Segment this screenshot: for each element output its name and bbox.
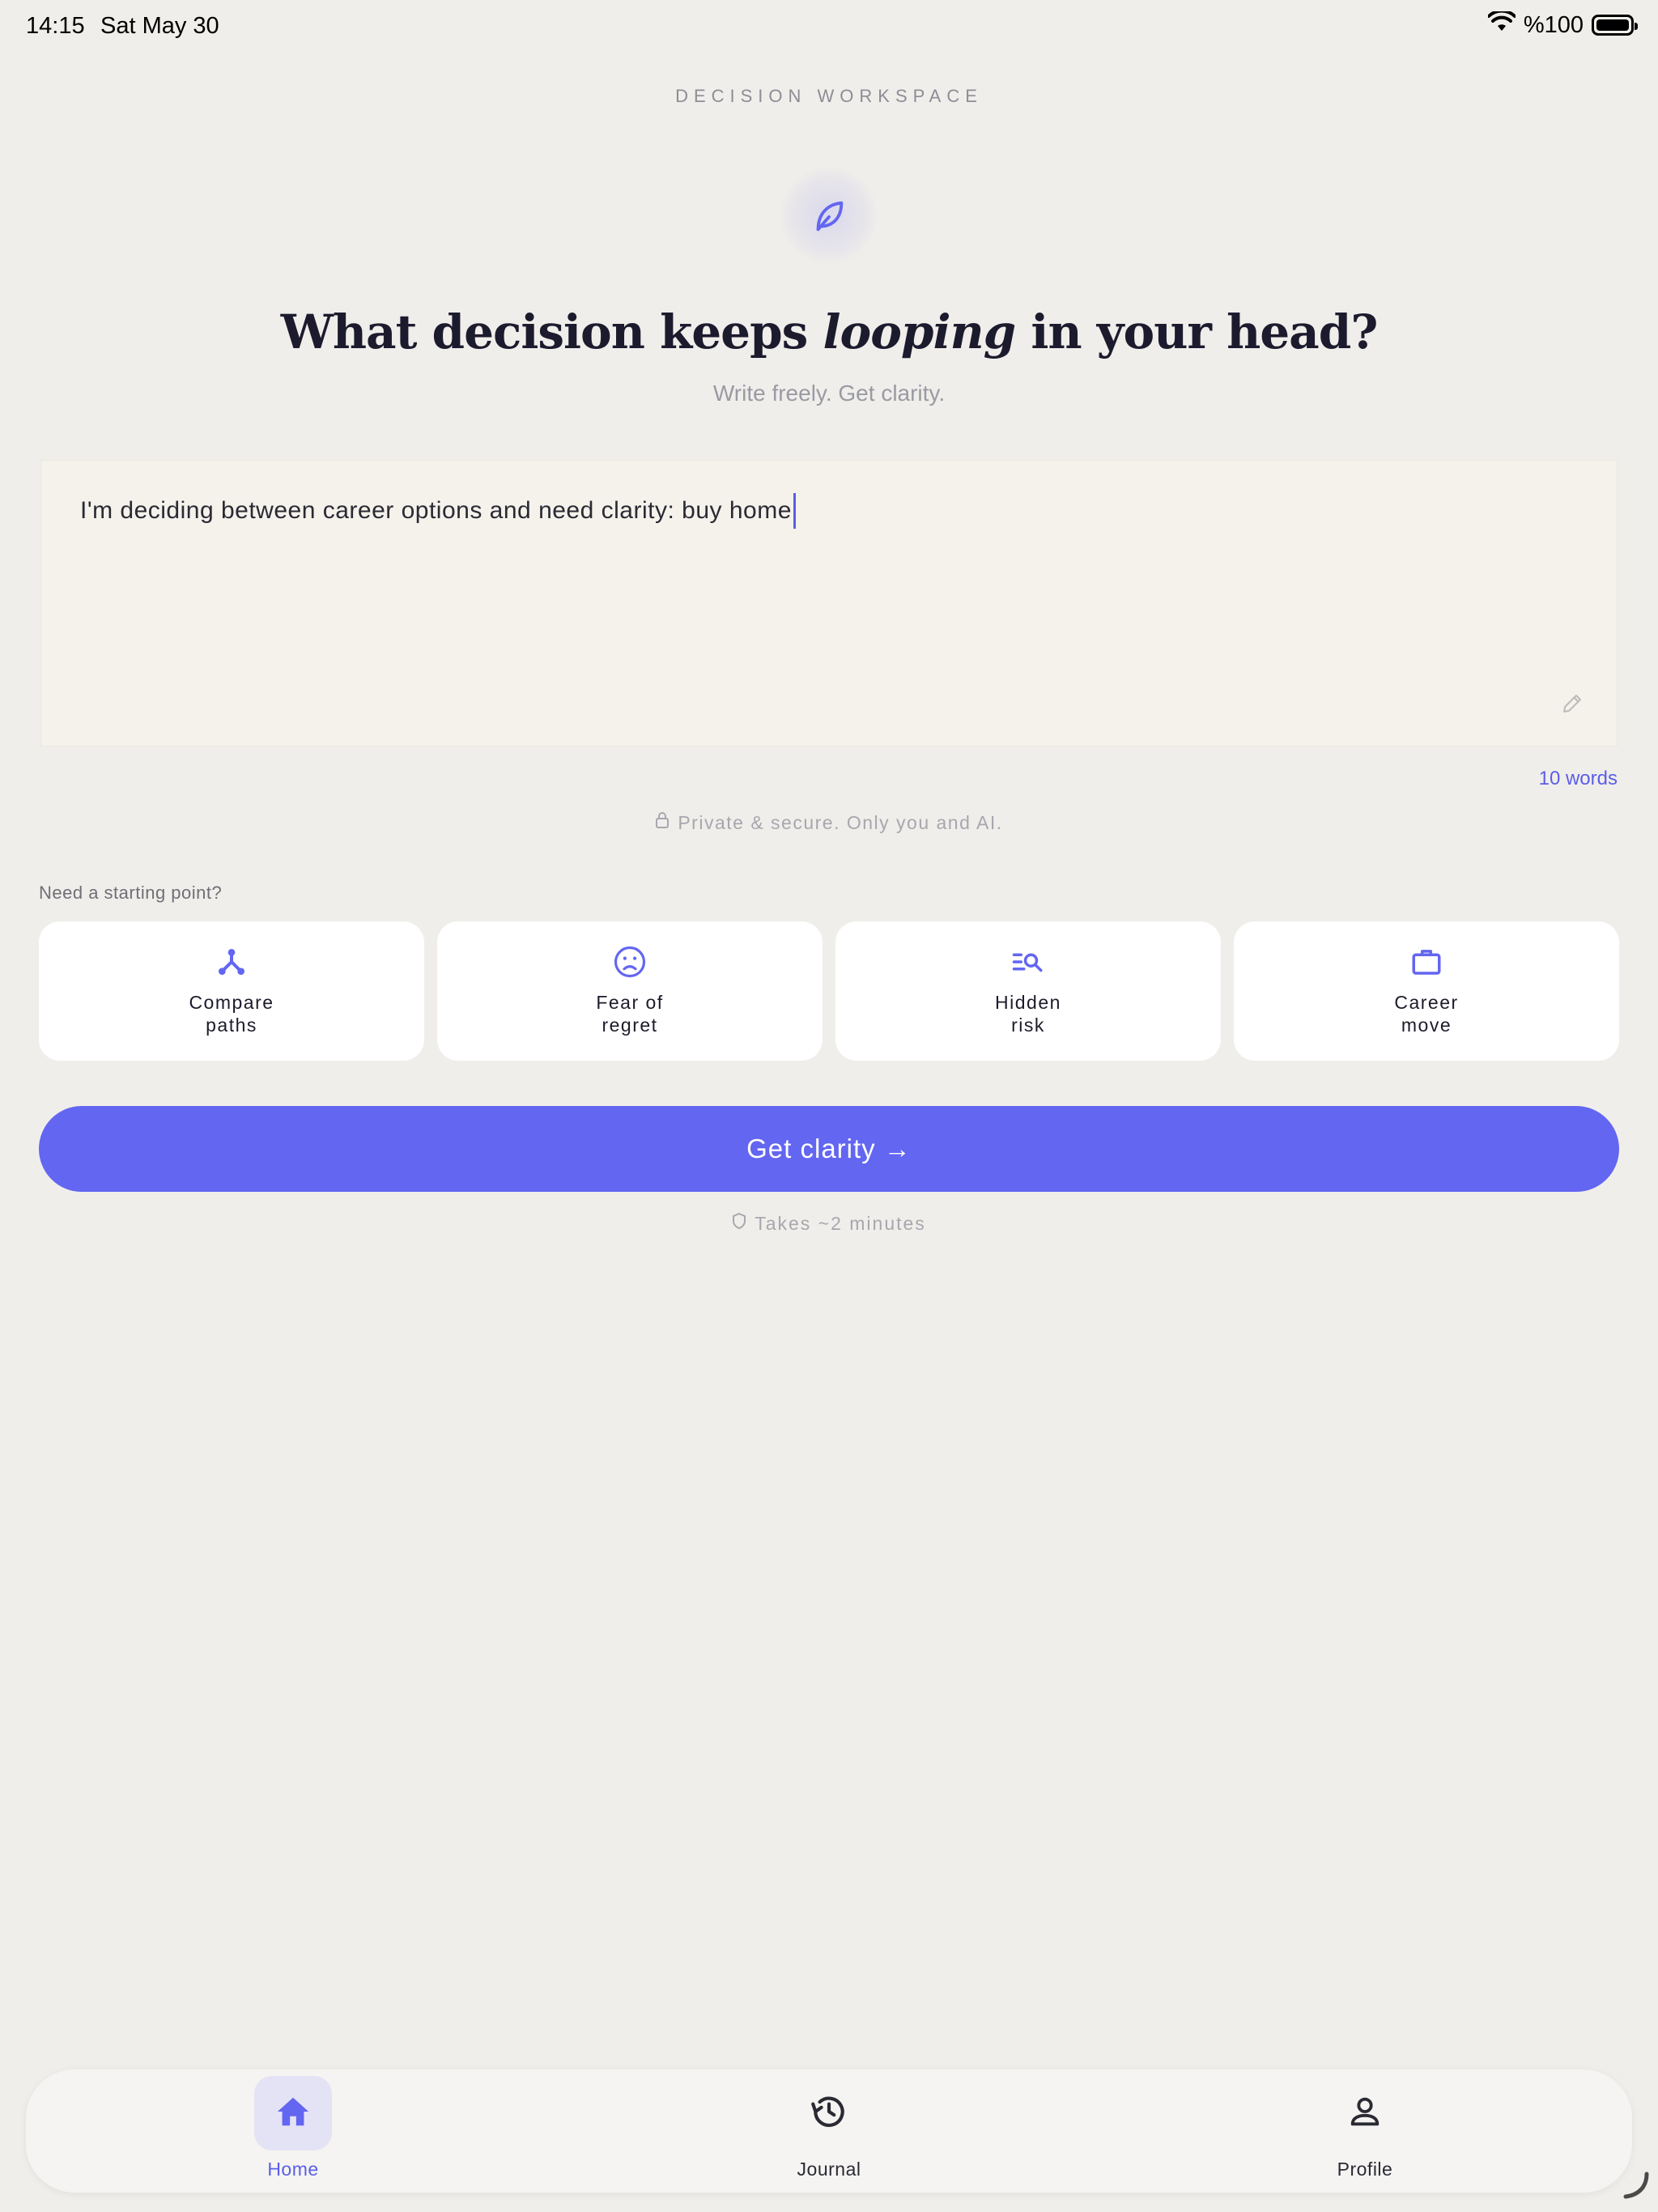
leaf-icon [780, 167, 878, 264]
prompt-fear-of-regret[interactable]: Fear of regret [437, 921, 823, 1061]
prompt-label: Career move [1394, 992, 1459, 1036]
shield-icon [732, 1212, 746, 1235]
bottom-tab-bar: Home Journal Profile [26, 2069, 1632, 2193]
pencil-icon [1560, 691, 1584, 720]
tab-journal[interactable]: Journal [732, 2069, 926, 2193]
title-emphasis: looping [823, 304, 1017, 359]
prompt-career-move[interactable]: Career move [1234, 921, 1619, 1061]
prompt-label: Compare paths [189, 992, 274, 1036]
tab-label: Profile [1337, 2159, 1393, 2180]
status-indicators: %100 [1486, 9, 1638, 39]
decision-text-input[interactable]: I'm deciding between career options and … [40, 460, 1618, 747]
section-eyebrow: DECISION WORKSPACE [675, 86, 983, 106]
prompt-label: Fear of regret [596, 992, 664, 1036]
tab-icon-container [790, 2076, 868, 2150]
tab-icon-container [1326, 2076, 1404, 2150]
battery-icon [1592, 15, 1638, 36]
prompt-label: Hidden risk [995, 992, 1061, 1036]
lock-icon [655, 811, 670, 834]
battery-percent: %100 [1523, 11, 1584, 38]
privacy-note: Private & secure. Only you and AI. [0, 811, 1658, 834]
title-text-end: in your head? [1015, 304, 1378, 359]
duration-note: Takes ~2 minutes [0, 1212, 1658, 1235]
starter-label: Need a starting point? [39, 883, 223, 903]
title-text-start: What decision keeps [280, 304, 823, 359]
text-caret [793, 493, 796, 529]
history-icon [809, 2091, 849, 2136]
status-bar: 14:15 Sat May 30 %100 [0, 0, 1658, 52]
wifi-icon [1486, 9, 1516, 39]
prompt-compare-paths[interactable]: Compare paths [39, 921, 424, 1061]
tab-label: Journal [797, 2159, 861, 2180]
editor-value: I'm deciding between career options and … [80, 497, 792, 524]
status-time: 14:15 [26, 13, 85, 39]
tab-icon-container [254, 2076, 332, 2150]
get-clarity-button[interactable]: Get clarity → [39, 1106, 1619, 1192]
fork-icon [215, 944, 248, 980]
page-subtitle: Write freely. Get clarity. [712, 381, 946, 406]
home-icon [274, 2093, 312, 2134]
person-icon [1346, 2093, 1384, 2134]
sad-face-icon [613, 944, 647, 980]
privacy-text: Private & secure. Only you and AI. [678, 811, 1003, 833]
briefcase-icon [1409, 944, 1443, 980]
search-list-icon [1011, 944, 1045, 980]
starter-prompts: Compare paths Fear of regret Hidden risk [39, 921, 1619, 1061]
resize-handle-icon[interactable] [1619, 2169, 1652, 2206]
duration-text: Takes ~2 minutes [755, 1212, 926, 1234]
word-count: 10 words [1538, 768, 1618, 789]
prompt-hidden-risk[interactable]: Hidden risk [835, 921, 1221, 1061]
page-title: What decision keeps looping in your head… [0, 304, 1658, 359]
tab-label: Home [267, 2159, 319, 2180]
tab-home[interactable]: Home [196, 2069, 390, 2193]
editor-content[interactable]: I'm deciding between career options and … [80, 493, 796, 529]
cta-label: Get clarity → [746, 1134, 912, 1163]
tab-profile[interactable]: Profile [1268, 2069, 1462, 2193]
status-date: Sat May 30 [100, 13, 219, 39]
